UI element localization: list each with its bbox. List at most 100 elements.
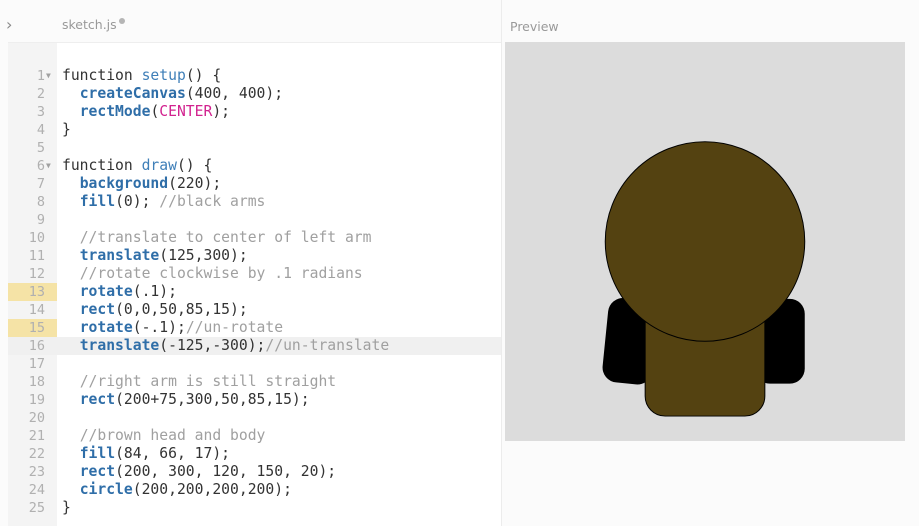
line-number: 3 — [36, 104, 45, 120]
code-token: ); — [212, 103, 231, 120]
line-number: 15 — [28, 320, 45, 336]
code-token: (200,200,200,200); — [132, 481, 292, 498]
code-line[interactable]: 13 rotate(.1); — [8, 283, 501, 301]
code-line[interactable]: 18 //right arm is still straight — [8, 373, 501, 391]
line-number: 14 — [28, 302, 45, 318]
line-number: 1 — [36, 68, 45, 84]
code-token: rotate — [79, 319, 133, 336]
code-line[interactable]: 5 — [8, 139, 501, 157]
line-number: 19 — [28, 392, 45, 408]
code-token: //translate to center of left arm — [79, 229, 372, 246]
code-token: } — [62, 121, 71, 138]
code-token: //un-translate — [265, 337, 390, 354]
code-text: rotate(-.1);//un-rotate — [62, 319, 283, 337]
code-token: setup — [141, 67, 186, 84]
code-line[interactable]: 7 background(220); — [8, 175, 501, 193]
code-token: background — [79, 175, 169, 192]
code-token: fill — [79, 445, 116, 462]
code-line[interactable]: 21 //brown head and body — [8, 427, 501, 445]
code-line[interactable]: 11 translate(125,300); — [8, 247, 501, 265]
code-line[interactable]: 10 //translate to center of left arm — [8, 229, 501, 247]
line-number: 8 — [36, 194, 45, 210]
code-text: rect(0,0,50,85,15); — [62, 301, 248, 319]
code-line[interactable]: 23 rect(200, 300, 120, 150, 20); — [8, 463, 501, 481]
code-token: //brown head and body — [79, 427, 266, 444]
code-token: rect — [79, 391, 116, 408]
code-token: CENTER — [159, 103, 213, 120]
code-line[interactable]: 25} — [8, 499, 501, 517]
code-text: function setup() { — [62, 67, 221, 85]
code-token: (84, 66, 17); — [115, 445, 231, 462]
code-line[interactable]: 24 circle(200,200,200,200); — [8, 481, 501, 499]
code-text: fill(0); //black arms — [62, 193, 266, 211]
code-text: fill(84, 66, 17); — [62, 445, 230, 463]
code-text: rect(200+75,300,50,85,15); — [62, 391, 310, 409]
code-token: //un-rotate — [185, 319, 284, 336]
fold-triangle-icon[interactable]: ▼ — [46, 67, 51, 85]
code-text: //rotate clockwise by .1 radians — [62, 265, 363, 283]
fold-triangle-icon[interactable]: ▼ — [46, 157, 51, 175]
code-token: (-125,-300); — [159, 337, 266, 354]
file-tab[interactable]: sketch.js — [62, 17, 125, 32]
code-line[interactable]: 9 — [8, 211, 501, 229]
code-line[interactable]: 8 fill(0); //black arms — [8, 193, 501, 211]
code-token: (400, 400); — [185, 85, 284, 102]
sketch-output — [505, 42, 905, 441]
code-text: rect(200, 300, 120, 150, 20); — [62, 463, 336, 481]
code-token: //rotate clockwise by .1 radians — [79, 265, 363, 282]
preview-canvas[interactable] — [505, 42, 905, 441]
code-line[interactable]: 20 — [8, 409, 501, 427]
line-number: 24 — [28, 482, 45, 498]
code-token: translate — [79, 337, 160, 354]
line-number: 7 — [36, 176, 45, 192]
code-token: rect — [79, 463, 116, 480]
code-text: createCanvas(400, 400); — [62, 85, 283, 103]
line-number: 22 — [28, 446, 45, 462]
code-editor[interactable]: 1 ▼ function setup() {2 createCanvas(400, … — [8, 42, 501, 526]
code-token: function — [62, 157, 142, 174]
chevron-right-icon[interactable]: › — [6, 16, 20, 34]
code-token: (200+75,300,50,85,15); — [115, 391, 310, 408]
line-number: 23 — [28, 464, 45, 480]
code-line[interactable]: 15 rotate(-.1);//un-rotate — [8, 319, 501, 337]
head — [604, 141, 806, 342]
code-lines: 1 ▼ function setup() {2 createCanvas(400, … — [8, 67, 501, 517]
code-text: } — [62, 499, 71, 517]
code-text: function draw() { — [62, 157, 212, 175]
line-number: 20 — [28, 410, 45, 426]
code-line[interactable]: 1 ▼ function setup() { — [8, 67, 501, 85]
code-text: //translate to center of left arm — [62, 229, 372, 247]
code-text: rotate(.1); — [62, 283, 177, 301]
code-token: (0); — [115, 193, 160, 210]
line-number: 6 — [36, 158, 45, 174]
code-token: function — [62, 67, 142, 84]
code-line[interactable]: 19 rect(200+75,300,50,85,15); — [8, 391, 501, 409]
code-text: //brown head and body — [62, 427, 266, 445]
line-number: 9 — [36, 212, 45, 228]
code-line[interactable]: 6 ▼ function draw() { — [8, 157, 501, 175]
code-token: } — [62, 499, 71, 516]
code-text: rectMode(CENTER); — [62, 103, 230, 121]
code-token: (125,300); — [159, 247, 248, 264]
line-number: 11 — [28, 248, 45, 264]
code-token: circle — [79, 481, 133, 498]
pane-divider[interactable] — [501, 0, 502, 526]
code-token: draw — [141, 157, 177, 174]
code-line[interactable]: 22 fill(84, 66, 17); — [8, 445, 501, 463]
code-line[interactable]: 17 — [8, 355, 501, 373]
code-line[interactable]: 3 rectMode(CENTER); — [8, 103, 501, 121]
code-line[interactable]: 12 //rotate clockwise by .1 radians — [8, 265, 501, 283]
code-line[interactable]: 2 createCanvas(400, 400); — [8, 85, 501, 103]
code-line[interactable]: 4} — [8, 121, 501, 139]
code-line[interactable]: 16 translate(-125,-300);//un-translate — [8, 337, 501, 355]
code-line[interactable]: 14 rect(0,0,50,85,15); — [8, 301, 501, 319]
code-token: (200, 300, 120, 150, 20); — [115, 463, 337, 480]
